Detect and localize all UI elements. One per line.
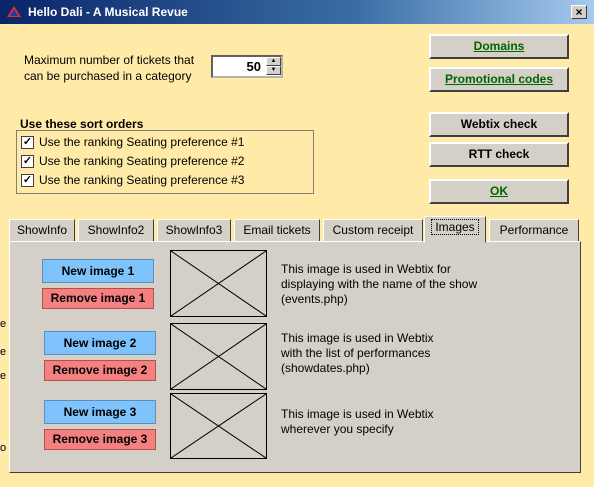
description-line: This image is used in Webtix bbox=[281, 407, 434, 421]
max-tickets-label-line2: can be purchased in a category bbox=[24, 69, 192, 83]
new-image-3-button[interactable]: New image 3 bbox=[44, 400, 156, 424]
description-line: (showdates.php) bbox=[281, 361, 370, 375]
app-icon bbox=[6, 5, 22, 19]
description-line: This image is used in Webtix bbox=[281, 331, 434, 345]
max-tickets-label-line1: Maximum number of tickets that bbox=[24, 53, 195, 67]
tab-images[interactable]: Images bbox=[424, 216, 486, 243]
edge-glyph: e bbox=[0, 346, 7, 358]
webtix-check-label: Webtix check bbox=[460, 117, 538, 131]
remove-image-3-button[interactable]: Remove image 3 bbox=[44, 429, 156, 450]
close-icon[interactable]: × bbox=[571, 5, 587, 19]
remove-image-1-button[interactable]: Remove image 1 bbox=[42, 288, 154, 309]
spin-down-icon[interactable]: ▼ bbox=[266, 66, 281, 75]
image-2-placeholder[interactable] bbox=[170, 323, 267, 390]
max-tickets-stepper[interactable]: 50 ▲ ▼ bbox=[211, 55, 283, 78]
new-image-1-button[interactable]: New image 1 bbox=[42, 259, 154, 283]
image-1-placeholder[interactable] bbox=[170, 250, 267, 317]
sort-preference-label: Use the ranking Seating preference #3 bbox=[39, 173, 245, 187]
sort-preference-2[interactable]: ✓ Use the ranking Seating preference #2 bbox=[21, 152, 244, 170]
image-placeholder-icon bbox=[171, 251, 266, 316]
sort-preference-3[interactable]: ✓ Use the ranking Seating preference #3 bbox=[21, 171, 244, 189]
max-tickets-label: Maximum number of tickets that can be pu… bbox=[24, 52, 204, 84]
sort-preference-label: Use the ranking Seating preference #1 bbox=[39, 135, 245, 149]
domains-button[interactable]: Domains bbox=[429, 34, 569, 59]
description-line: with the list of performances bbox=[281, 346, 431, 360]
max-tickets-value[interactable]: 50 bbox=[247, 59, 261, 74]
window-title: Hello Dali - A Musical Revue bbox=[28, 5, 188, 19]
checkbox-checked-icon[interactable]: ✓ bbox=[21, 154, 34, 168]
rtt-check-button[interactable]: RTT check bbox=[429, 142, 569, 167]
checkbox-checked-icon[interactable]: ✓ bbox=[21, 135, 34, 149]
tab-email-tickets[interactable]: Email tickets bbox=[234, 219, 320, 242]
webtix-check-button[interactable]: Webtix check bbox=[429, 112, 569, 137]
sort-orders-group: ✓ Use the ranking Seating preference #1 … bbox=[16, 130, 314, 194]
tab-performance[interactable]: Performance bbox=[489, 219, 579, 242]
description-line: This image is used in Webtix for bbox=[281, 262, 451, 276]
description-line: displaying with the name of the show bbox=[281, 277, 478, 291]
spin-up-icon[interactable]: ▲ bbox=[266, 57, 281, 66]
image-placeholder-icon bbox=[171, 324, 266, 389]
edge-glyph: e bbox=[0, 318, 7, 330]
rtt-check-label: RTT check bbox=[468, 147, 530, 161]
tab-showinfo2[interactable]: ShowInfo2 bbox=[78, 219, 154, 242]
tab-showinfo[interactable]: ShowInfo bbox=[9, 219, 75, 242]
tab-custom-receipt[interactable]: Custom receipt bbox=[323, 219, 423, 242]
checkbox-checked-icon[interactable]: ✓ bbox=[21, 173, 34, 187]
tab-showinfo3[interactable]: ShowInfo3 bbox=[157, 219, 231, 242]
edge-glyph: e bbox=[0, 370, 7, 382]
sort-orders-title: Use these sort orders bbox=[20, 117, 144, 131]
image-placeholder-icon bbox=[171, 394, 266, 458]
image-3-placeholder[interactable] bbox=[170, 393, 267, 459]
ok-button[interactable]: OK bbox=[429, 179, 569, 204]
image-2-description: This image is used in Webtix with the li… bbox=[281, 331, 541, 376]
description-line: (events.php) bbox=[281, 292, 348, 306]
sort-preference-label: Use the ranking Seating preference #2 bbox=[39, 154, 245, 168]
remove-image-2-button[interactable]: Remove image 2 bbox=[44, 360, 156, 381]
description-line: wherever you specify bbox=[281, 422, 394, 436]
promotional-codes-button[interactable]: Promotional codes bbox=[429, 67, 569, 92]
image-3-description: This image is used in Webtix wherever yo… bbox=[281, 407, 541, 437]
tab-images-label: Images bbox=[431, 219, 479, 235]
sort-preference-1[interactable]: ✓ Use the ranking Seating preference #1 bbox=[21, 133, 244, 151]
new-image-2-button[interactable]: New image 2 bbox=[44, 331, 156, 355]
edge-glyph: o bbox=[0, 442, 7, 454]
image-1-description: This image is used in Webtix for display… bbox=[281, 262, 541, 307]
